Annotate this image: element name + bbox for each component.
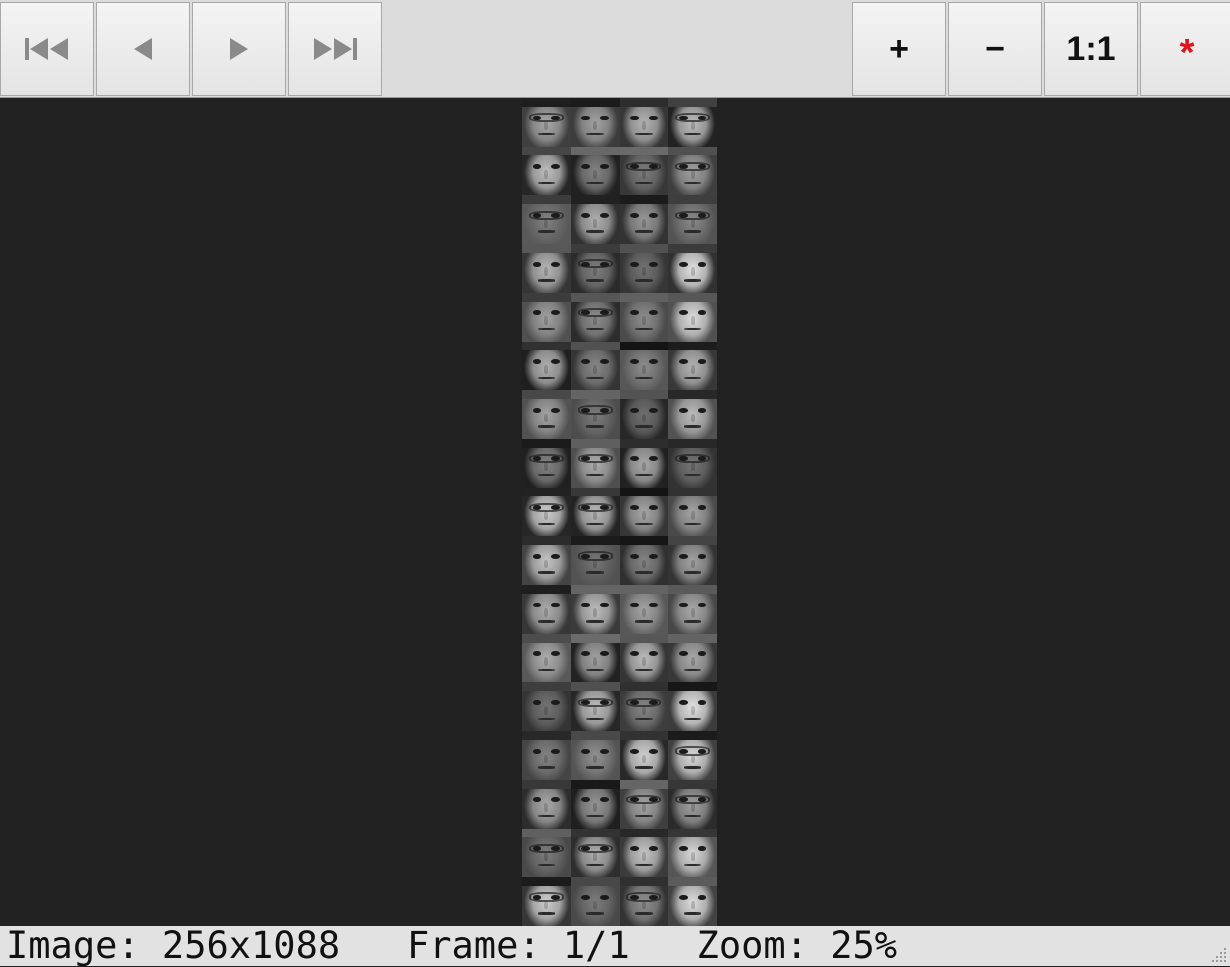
face-tile [619,487,669,537]
face-tile [522,98,571,147]
asterisk-icon: * [1179,31,1195,74]
actual-size-label: 1:1 [1066,29,1116,68]
face-tile [668,487,717,537]
face-tile [570,292,620,342]
face-tile [522,292,571,342]
face-tile [522,487,571,537]
face-tile [522,341,571,391]
face-tile [570,438,620,488]
resize-grip-icon[interactable] [1206,942,1228,964]
face-tile [619,779,669,829]
face-tile [668,292,717,342]
face-tile [570,390,620,439]
face-tile [522,877,571,926]
zoom-out-label: − [985,29,1005,68]
next-frame-icon [230,38,248,60]
face-tile [619,98,669,147]
skip-to-last-icon [314,38,357,60]
face-tile [570,828,620,878]
face-tile [570,487,620,537]
face-tile [619,633,669,683]
face-tile [668,682,717,732]
image-canvas[interactable] [0,98,1230,926]
face-tile [522,779,571,829]
face-tile [668,828,717,878]
face-tile [570,195,620,245]
face-tile [522,390,571,439]
face-tile [619,536,669,586]
face-tile [668,146,717,196]
face-tile [570,682,620,732]
face-tile [668,585,717,634]
face-tile [570,633,620,683]
face-tile [619,828,669,878]
face-tile [522,146,571,196]
face-tile [570,731,620,780]
status-bar: Image: 256x1088 Frame: 1/1 Zoom: 25% [0,926,1230,966]
face-tile [522,244,571,293]
skip-to-first-icon [25,38,68,60]
face-tile [668,536,717,586]
face-tile [522,828,571,878]
face-tile [619,244,669,293]
face-tile [570,585,620,634]
face-tile [570,341,620,391]
face-tile [619,390,669,439]
face-tile [522,585,571,634]
previous-frame-button[interactable] [96,2,190,96]
face-tile [668,633,717,683]
face-tile [619,682,669,732]
face-tile [619,731,669,780]
next-frame-button[interactable] [192,2,286,96]
face-tile [668,341,717,391]
actual-size-button[interactable]: 1:1 [1044,2,1138,96]
face-tile [668,438,717,488]
face-tile [668,877,717,926]
face-tile [619,585,669,634]
toolbar: + − 1:1 * [0,0,1230,98]
face-tile [619,877,669,926]
face-tile [570,779,620,829]
face-tile [619,146,669,196]
face-tile [619,195,669,245]
zoom-in-label: + [889,29,909,68]
star-button[interactable]: * [1140,2,1230,96]
previous-frame-icon [134,38,152,60]
face-tile [619,341,669,391]
face-tile [522,682,571,732]
face-tile [668,195,717,245]
face-tile [619,292,669,342]
face-tile [570,244,620,293]
face-tile [668,390,717,439]
last-frame-button[interactable] [288,2,382,96]
face-tile [570,146,620,196]
face-tile [570,877,620,926]
status-text: Image: 256x1088 Frame: 1/1 Zoom: 25% [6,924,898,967]
face-tile [668,779,717,829]
face-tile [570,536,620,586]
face-tile [668,244,717,293]
face-tile [570,98,620,147]
face-tile [668,731,717,780]
face-tile [619,438,669,488]
face-mosaic-image [522,98,717,926]
face-tile [522,438,571,488]
face-tile [522,731,571,780]
zoom-in-button[interactable]: + [852,2,946,96]
face-tile [522,195,571,245]
zoom-out-button[interactable]: − [948,2,1042,96]
face-tile [522,633,571,683]
first-frame-button[interactable] [0,2,94,96]
face-tile [668,98,717,147]
face-tile [522,536,571,586]
